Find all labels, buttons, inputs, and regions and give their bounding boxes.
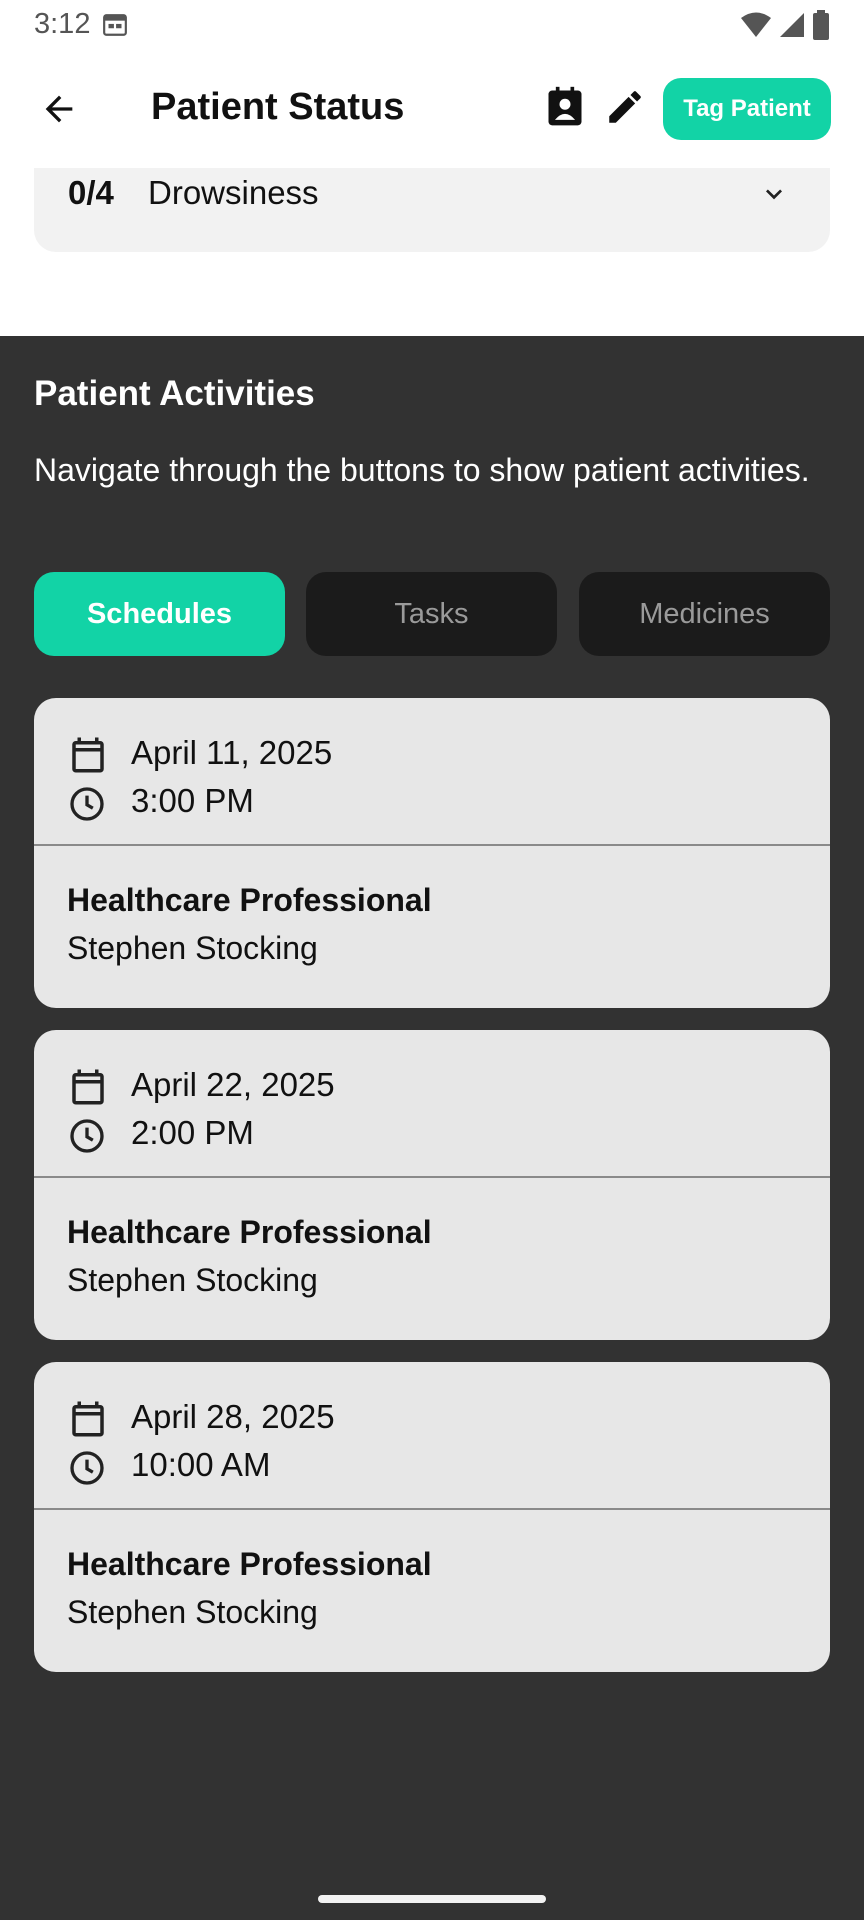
schedule-person-name: Stephen Stocking xyxy=(67,1594,318,1630)
patient-activities-section: Patient Activities Navigate through the … xyxy=(0,336,864,1920)
edit-button[interactable] xyxy=(600,82,650,132)
calendar-status-icon xyxy=(103,14,127,36)
calendar-icon xyxy=(72,1401,104,1437)
tab-medicines[interactable]: Medicines xyxy=(579,572,830,656)
pencil-icon xyxy=(609,91,641,123)
symptom-card[interactable]: 0/4 Drowsiness xyxy=(34,168,830,252)
calendar-icon xyxy=(72,1069,104,1105)
app-bar: Patient Status Tag Patient xyxy=(0,66,864,152)
symptom-score: 0/4 xyxy=(68,174,114,211)
schedule-date: April 28, 2025 xyxy=(131,1398,335,1435)
contact-card-button[interactable] xyxy=(540,82,590,132)
schedule-datetime: April 28, 2025 10:00 AM xyxy=(34,1362,830,1510)
section-description: Navigate through the buttons to show pat… xyxy=(34,452,810,488)
schedule-time: 3:00 PM xyxy=(131,782,254,819)
schedule-time: 10:00 AM xyxy=(131,1446,271,1483)
schedule-role: Healthcare Professional xyxy=(67,1214,432,1250)
schedule-card[interactable]: April 22, 2025 2:00 PM Healthcare Profes… xyxy=(34,1030,830,1340)
contact-card-icon xyxy=(548,86,582,126)
clock-icon xyxy=(70,787,104,821)
status-bar: 3:12 xyxy=(0,0,864,50)
page-title: Patient Status xyxy=(151,86,405,128)
calendar-icon xyxy=(72,737,104,773)
section-title: Patient Activities xyxy=(34,374,315,413)
schedule-card[interactable]: April 11, 2025 3:00 PM Healthcare Profes… xyxy=(34,698,830,1008)
schedule-date: April 11, 2025 xyxy=(131,734,333,771)
schedule-role: Healthcare Professional xyxy=(67,882,432,918)
chevron-down-icon[interactable] xyxy=(758,178,790,210)
tab-schedules[interactable]: Schedules xyxy=(34,572,285,656)
wifi-icon xyxy=(741,12,771,37)
schedule-role: Healthcare Professional xyxy=(67,1546,432,1582)
schedule-datetime: April 22, 2025 2:00 PM xyxy=(34,1030,830,1178)
back-button[interactable] xyxy=(34,84,84,134)
schedule-person-name: Stephen Stocking xyxy=(67,1262,318,1298)
signal-icon xyxy=(780,13,804,37)
schedule-datetime: April 11, 2025 3:00 PM xyxy=(34,698,830,846)
clock-icon xyxy=(70,1451,104,1485)
status-time: 3:12 xyxy=(34,8,91,40)
status-icons xyxy=(740,10,830,40)
clock-icon xyxy=(70,1119,104,1153)
schedule-person-name: Stephen Stocking xyxy=(67,930,318,966)
symptom-name: Drowsiness xyxy=(148,174,319,211)
battery-icon xyxy=(813,10,829,40)
schedule-time: 2:00 PM xyxy=(131,1114,254,1151)
schedule-date: April 22, 2025 xyxy=(131,1066,335,1103)
schedule-card[interactable]: April 28, 2025 10:00 AM Healthcare Profe… xyxy=(34,1362,830,1672)
tag-patient-button[interactable]: Tag Patient xyxy=(663,78,831,140)
tab-tasks[interactable]: Tasks xyxy=(306,572,557,656)
home-indicator[interactable] xyxy=(318,1895,546,1903)
back-arrow-icon xyxy=(45,95,73,123)
